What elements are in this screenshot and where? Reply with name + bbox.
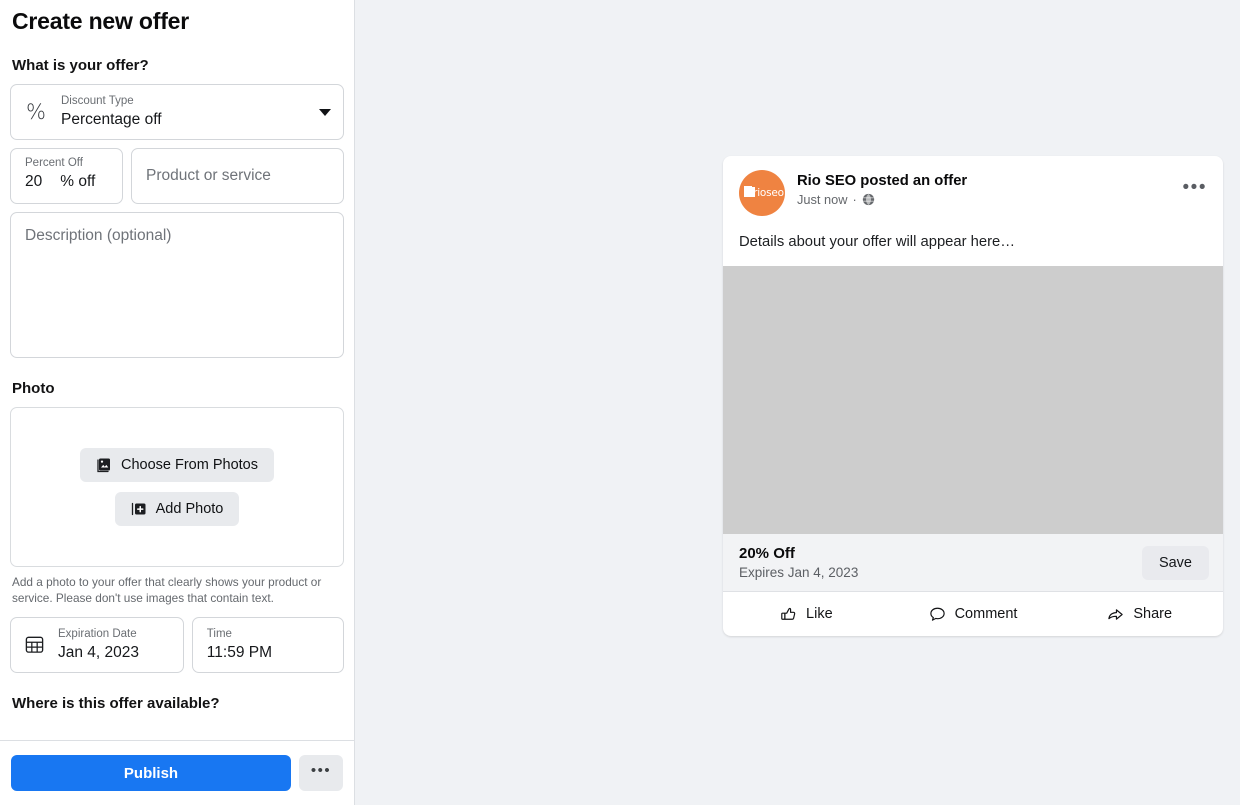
expiration-time-field[interactable]: Time 11:59 PM [192,617,344,673]
offer-headline: 20% Off [739,545,1142,562]
page-title: Create new offer [10,0,344,35]
description-textarea[interactable]: Description (optional) [10,212,344,358]
like-label: Like [806,606,833,622]
percent-off-label: Percent Off [25,157,122,171]
comment-action[interactable]: Comment [890,592,1057,636]
offer-section-title: What is your offer? [10,57,344,74]
post-preview-card: rioseo Rio SEO posted an offer Just now … [723,156,1223,636]
post-image-placeholder [723,266,1223,534]
composer-scroll-area: Create new offer What is your offer? % D… [0,0,354,740]
expiration-texts: Expiration Date Jan 4, 2023 [58,628,173,662]
discount-type-texts: Discount Type Percentage off [61,95,305,129]
time-value: 11:59 PM [207,643,329,662]
photo-dropzone[interactable]: Choose From Photos Add Photo [10,407,344,567]
preview-pane: rioseo Rio SEO posted an offer Just now … [355,0,1240,805]
percent-off-field[interactable]: Percent Off 20 % off [10,148,123,204]
percent-off-input[interactable]: 20 [25,173,42,191]
calendar-icon [24,634,45,655]
time-label: Time [207,628,329,642]
share-label: Share [1133,606,1172,622]
publish-button[interactable]: Publish [11,755,291,791]
choose-from-photos-label: Choose From Photos [121,457,258,473]
thumbs-up-icon [780,606,797,623]
comment-bubble-icon [929,606,946,623]
discount-type-value: Percentage off [61,110,305,129]
post-header: rioseo Rio SEO posted an offer Just now … [723,156,1223,216]
offer-summary-texts: 20% Off Expires Jan 4, 2023 [739,545,1142,580]
expiration-row: Expiration Date Jan 4, 2023 Time 11:59 P… [10,617,344,673]
percent-off-line: 20 % off [25,173,122,191]
post-author-title: Rio SEO posted an offer [797,173,967,189]
post-header-text: Rio SEO posted an offer Just now · [797,170,967,207]
discount-type-select[interactable]: % Discount Type Percentage off [10,84,344,140]
post-meta-separator: · [853,192,857,207]
percent-icon: % [25,102,47,123]
photo-library-icon [96,457,112,473]
globe-icon [862,193,875,206]
where-section-title: Where is this offer available? [10,695,344,712]
like-action[interactable]: Like [723,592,890,636]
post-menu-button[interactable]: ••• [1183,170,1207,197]
avatar: rioseo [739,170,785,216]
save-offer-button[interactable]: Save [1142,546,1209,580]
post-timestamp: Just now [797,192,848,207]
share-action[interactable]: Share [1056,592,1223,636]
discount-type-label: Discount Type [61,95,305,109]
offer-summary-bar: 20% Off Expires Jan 4, 2023 Save [723,534,1223,592]
add-photo-icon [131,501,147,517]
composer-panel: Create new offer What is your offer? % D… [0,0,355,805]
expiration-date-label: Expiration Date [58,628,173,642]
expiration-date-value: Jan 4, 2023 [58,643,173,662]
percent-off-suffix: % off [60,173,95,191]
add-photo-button[interactable]: Add Photo [115,492,240,526]
percent-product-row: Percent Off 20 % off Product or service [10,148,344,204]
comment-label: Comment [955,606,1018,622]
post-actions-row: Like Comment Share [723,592,1223,636]
more-options-button[interactable]: ••• [299,755,343,791]
add-photo-label: Add Photo [156,501,224,517]
photo-helper-text: Add a photo to your offer that clearly s… [10,575,344,607]
post-meta: Just now · [797,192,967,207]
chevron-down-icon[interactable] [319,109,331,116]
rioseo-logo-mark-icon [744,186,755,197]
choose-from-photos-button[interactable]: Choose From Photos [80,448,274,482]
avatar-wordmark: rioseo [753,187,784,199]
photo-section-title: Photo [10,380,344,397]
description-placeholder: Description (optional) [25,227,171,244]
share-arrow-icon [1107,606,1124,623]
offer-composer-app: Create new offer What is your offer? % D… [0,0,1240,805]
product-or-service-placeholder: Product or service [146,167,271,185]
composer-footer: Publish ••• [0,740,354,805]
post-body-text: Details about your offer will appear her… [723,216,1223,266]
offer-expiry: Expires Jan 4, 2023 [739,565,1142,580]
expiration-date-field[interactable]: Expiration Date Jan 4, 2023 [10,617,184,673]
product-or-service-field[interactable]: Product or service [131,148,344,204]
